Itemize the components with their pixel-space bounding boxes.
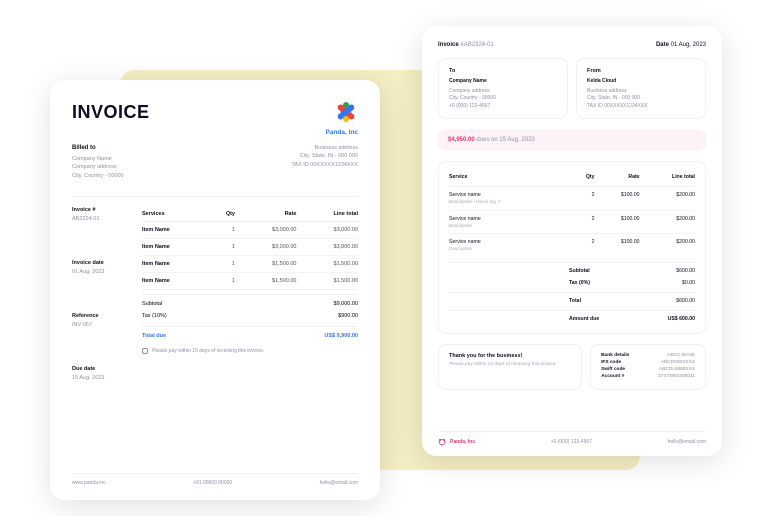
invoice-title: INVOICE xyxy=(72,102,150,123)
billed-to-block: Billed to Company Name Company address C… xyxy=(72,144,124,180)
service-table: Service Qty Rate Line total Service name… xyxy=(449,170,695,256)
panda-icon xyxy=(438,438,446,446)
dues-date: dues on 15 Aug, 2023 xyxy=(475,137,535,143)
brand-name: Panda, Inc xyxy=(325,129,358,136)
col-total: Line total xyxy=(296,207,358,222)
tax-row: Tax (10%) $900.00 xyxy=(142,310,358,322)
col-services: Services xyxy=(142,207,212,222)
brand-block: Panda, Inc xyxy=(325,102,358,136)
billed-to-label: Billed to xyxy=(72,144,124,153)
footer-email: hello@email.com xyxy=(668,439,706,445)
table-row: Service nameDescription 2 $100.00 $200.0… xyxy=(449,234,695,257)
table-row: Item Name 1 $3,000.00 $3,000.00 xyxy=(142,221,358,238)
col-qty: Qty xyxy=(574,170,595,187)
meta-invoice-date: Invoice date 01 Aug, 2023 xyxy=(72,260,128,275)
amount-due-row: Amount dueUS$ 600.00 xyxy=(449,310,695,325)
col-total: Line total xyxy=(640,170,695,187)
invoice-number-block: Invoice #AB2324-01 xyxy=(438,42,494,48)
line-items-table: Services Qty Rate Line total Item Name 1… xyxy=(142,207,358,290)
footer-phone: +0 (000) 123-4567 xyxy=(551,439,592,445)
table-row: Item Name 1 $3,000.00 $3,000.00 xyxy=(142,238,358,255)
meta-invoice-number: Invoice # AB2324-01 xyxy=(72,207,128,222)
invoice-footer: Panda, Inc +0 (000) 123-4567 hello@email… xyxy=(438,431,706,446)
col-service: Service xyxy=(449,170,574,187)
col-rate: Rate xyxy=(595,170,640,187)
meta-reference: Reference INV-057 xyxy=(72,313,128,328)
dues-banner: $4,950.00 dues on 15 Aug, 2023 xyxy=(438,129,706,151)
subtotal-row: Subtotal$600.00 xyxy=(449,262,695,277)
table-row: Service nameDescription • Hours log ↗ 2 … xyxy=(449,187,695,211)
to-address-box: To Company Name Company address City, Co… xyxy=(438,58,568,119)
bank-details-box: Bank detailsABCD BANK IFS codeABCD000XXX… xyxy=(590,344,706,390)
dues-amount: $4,950.00 xyxy=(448,137,475,143)
biz-addr2: City, State, IN - 000 000 xyxy=(291,152,358,160)
billed-company: Company Name xyxy=(72,155,124,163)
footer-phone: +91 00000 00000 xyxy=(193,480,232,486)
invoice-date-block: Date 01 Aug, 2023 xyxy=(656,42,706,48)
total-due-row: Total due US$ 9,900.00 xyxy=(142,326,358,342)
table-row: Service nameDescription 2 $100.00 $200.0… xyxy=(449,211,695,234)
invoice-card-right: Invoice #AB2324-01 Date 01 Aug, 2023 To … xyxy=(422,26,722,456)
divider xyxy=(72,196,358,197)
x-logo-icon xyxy=(334,102,358,122)
meta-due-date: Due date 15 Aug, 2023 xyxy=(72,366,128,381)
billed-addr2: City, Country - 00000 xyxy=(72,172,124,180)
footer-website: www.panda.inc xyxy=(72,480,106,486)
tax-row: Tax (0%)$0.00 xyxy=(449,277,695,289)
footer-brand: Panda, Inc xyxy=(438,438,475,446)
table-row: Item Name 1 $1,500.00 $1,500.00 xyxy=(142,272,358,289)
col-rate: Rate xyxy=(235,207,297,222)
biz-addr1: Business address xyxy=(291,144,358,152)
billed-addr1: Company address xyxy=(72,163,124,171)
invoice-card-left: INVOICE Panda, Inc Billed to Company Nam… xyxy=(50,80,380,500)
table-row: Item Name 1 $1,500.00 $1,500.00 xyxy=(142,255,358,272)
invoice-footer: www.panda.inc +91 00000 00000 hello@emai… xyxy=(72,473,358,486)
checkbox-icon xyxy=(142,348,148,354)
payment-terms: Please pay within 15 days of receiving t… xyxy=(142,348,358,354)
total-row: Total$600.00 xyxy=(449,292,695,307)
biz-tax: TAX ID 00XXXXX1234XXX xyxy=(291,161,358,169)
thank-you-box: Thank you for the business! Please pay w… xyxy=(438,344,582,390)
footer-email: hello@email.com xyxy=(320,480,358,486)
from-address-box: From Kelda Cloud Business address City, … xyxy=(576,58,706,119)
subtotal-row: Subtotal $9,000.00 xyxy=(142,294,358,310)
col-qty: Qty xyxy=(212,207,235,222)
business-block: Business address City, State, IN - 000 0… xyxy=(291,144,358,180)
